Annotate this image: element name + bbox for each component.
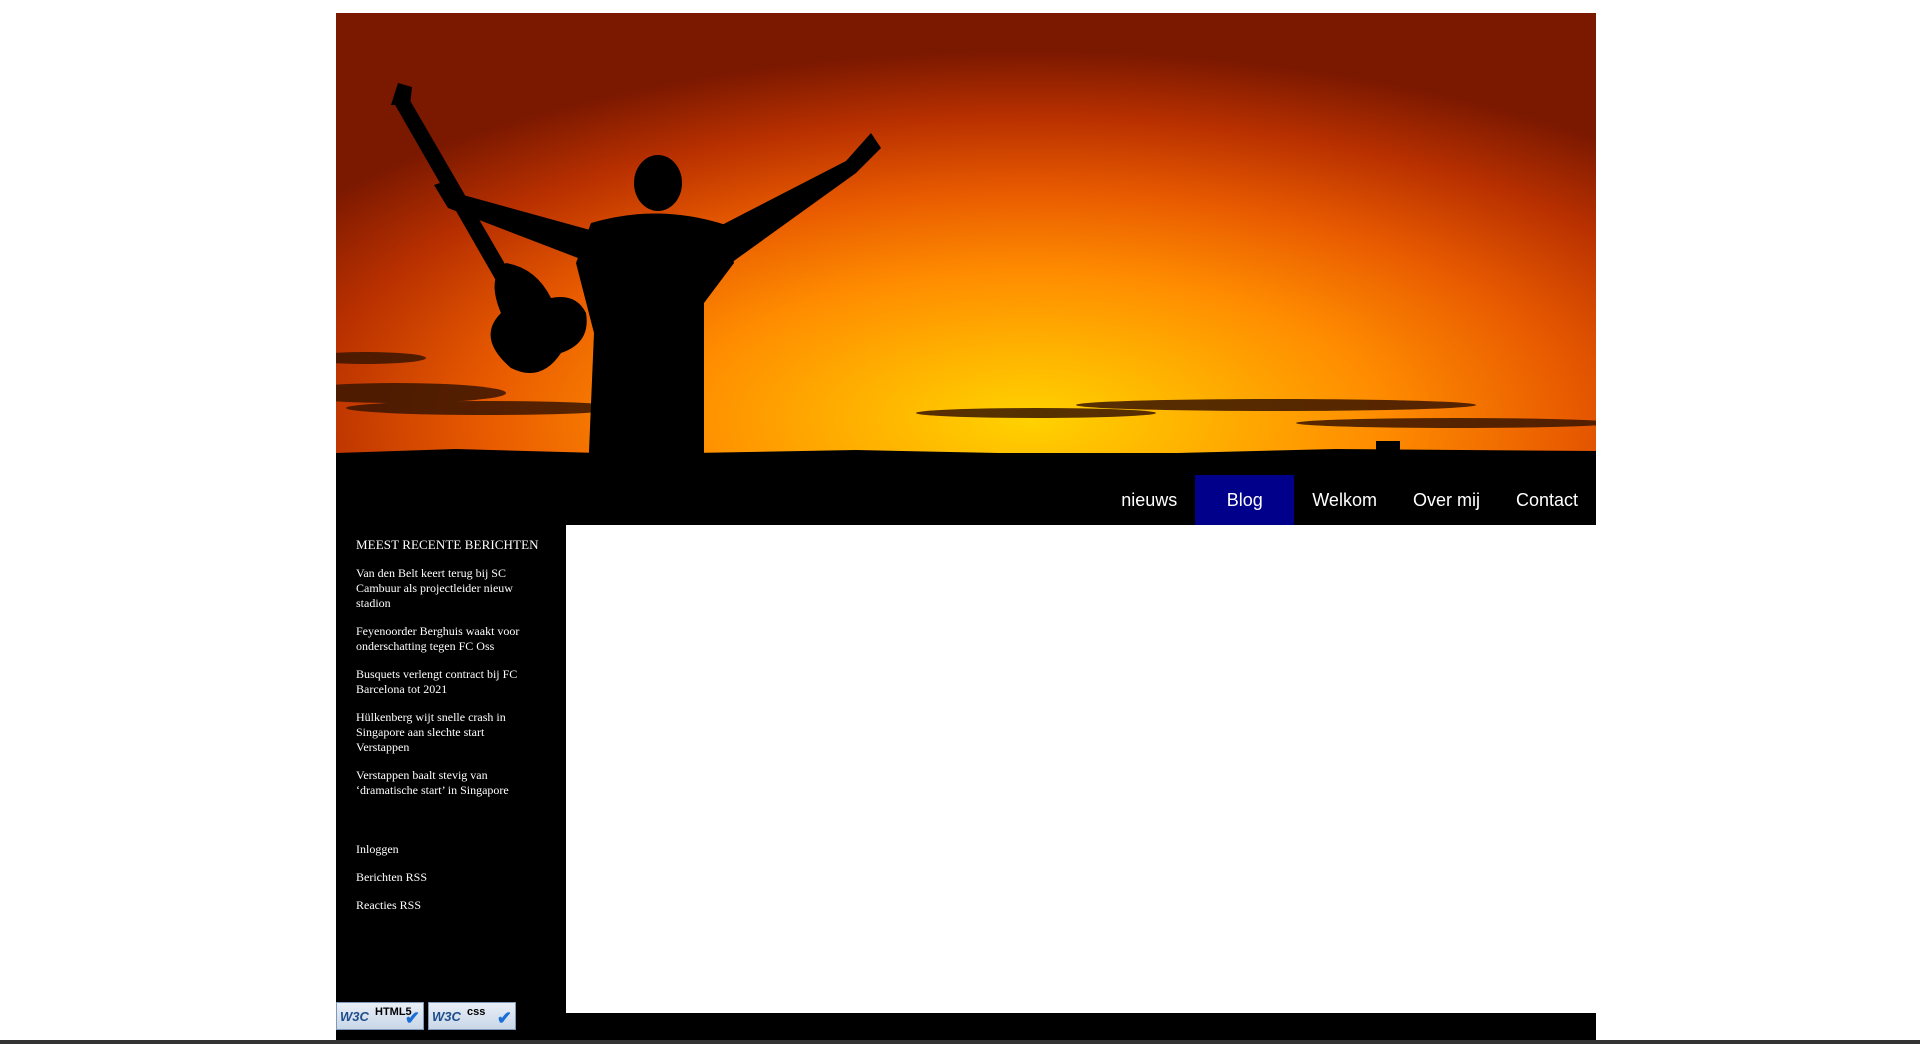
w3c-logo: W3C bbox=[340, 1009, 369, 1024]
nav-item-blog[interactable]: Blog bbox=[1195, 475, 1295, 525]
recent-post-link[interactable]: Busquets verlengt contract bij FC Barcel… bbox=[356, 667, 536, 697]
guitarist-silhouette-image bbox=[336, 83, 1596, 475]
w3c-html5-badge[interactable]: W3C HTML5 ✔ bbox=[336, 1002, 424, 1030]
w3c-css-badge[interactable]: W3C css ✔ bbox=[428, 1002, 516, 1030]
recent-posts-list: Van den Belt keert terug bij SC Cambuur … bbox=[336, 566, 566, 798]
nav-item-welkom[interactable]: Welkom bbox=[1294, 475, 1395, 525]
window-bottom-strip bbox=[0, 1040, 1920, 1044]
main-content-area bbox=[566, 525, 1596, 1013]
nav-item-over-mij[interactable]: Over mij bbox=[1395, 475, 1498, 525]
main-navigation-bar: nieuws Blog Welkom Over mij Contact bbox=[336, 475, 1596, 525]
badge-kind-label: css bbox=[467, 1006, 486, 1018]
meta-links-list: Inloggen Berichten RSS Reacties RSS bbox=[336, 842, 566, 913]
checkmark-icon: ✔ bbox=[404, 1008, 420, 1028]
comments-rss-link[interactable]: Reacties RSS bbox=[356, 898, 546, 913]
recent-post-link[interactable]: Feyenoorder Berghuis waakt voor ondersch… bbox=[356, 624, 536, 654]
recent-posts-heading: MEEST RECENTE BERICHTEN bbox=[356, 537, 539, 552]
login-link[interactable]: Inloggen bbox=[356, 842, 546, 857]
sidebar: MEEST RECENTE BERICHTEN Van den Belt kee… bbox=[336, 525, 566, 1044]
checkmark-icon: ✔ bbox=[496, 1008, 512, 1028]
w3c-logo: W3C bbox=[432, 1009, 461, 1024]
nav-item-nieuws[interactable]: nieuws bbox=[1103, 475, 1195, 525]
recent-post-link[interactable]: Van den Belt keert terug bij SC Cambuur … bbox=[356, 566, 536, 611]
header-banner bbox=[336, 13, 1596, 475]
recent-post-link[interactable]: Hülkenberg wijt snelle crash in Singapor… bbox=[356, 710, 536, 755]
posts-rss-link[interactable]: Berichten RSS bbox=[356, 870, 546, 885]
recent-post-link[interactable]: Verstappen baalt stevig van ‘dramatische… bbox=[356, 768, 536, 798]
nav-item-contact[interactable]: Contact bbox=[1498, 475, 1596, 525]
page-wrapper: nieuws Blog Welkom Over mij Contact MEES… bbox=[336, 13, 1596, 1044]
nav-menu: nieuws Blog Welkom Over mij Contact bbox=[1103, 475, 1596, 525]
